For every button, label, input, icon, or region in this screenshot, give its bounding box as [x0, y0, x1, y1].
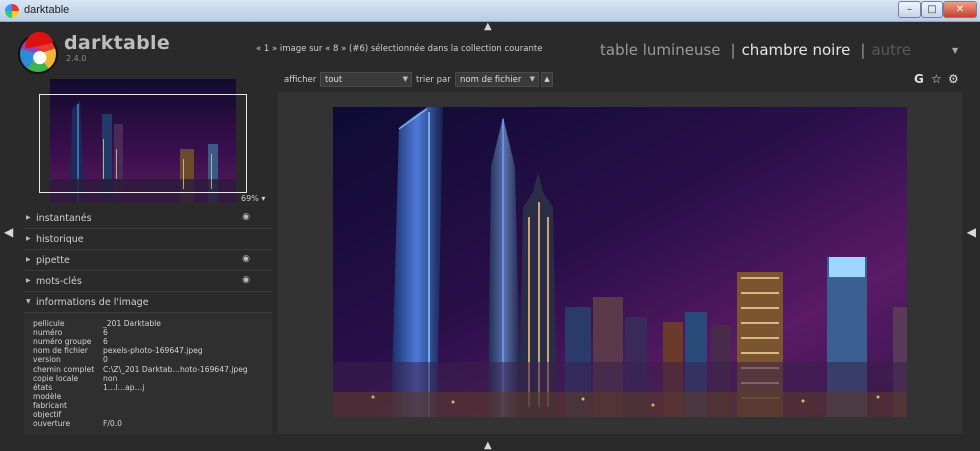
gear-icon[interactable]: ⚙: [948, 72, 959, 86]
star-icon[interactable]: ☆: [931, 72, 942, 86]
module-label: informations de l'image: [36, 297, 149, 308]
navigator-viewport-frame[interactable]: [39, 94, 247, 193]
reset-icon[interactable]: ◉: [242, 275, 250, 285]
chevron-down-icon: ▼: [402, 75, 408, 83]
sort-by-select[interactable]: nom de fichier ▼: [455, 72, 539, 87]
edited-photo[interactable]: [333, 107, 907, 417]
version-label: 2.4.0: [66, 54, 87, 63]
window-titlebar: darktable – □ ✕: [0, 0, 980, 22]
module-label: historique: [36, 234, 84, 245]
maximize-button[interactable]: □: [921, 1, 943, 18]
collapse-right-panel-arrow-icon[interactable]: ◀: [967, 226, 976, 238]
view-other[interactable]: autre: [871, 41, 911, 59]
sort-direction-button[interactable]: ▲: [541, 72, 553, 87]
window-title: darktable: [24, 4, 70, 16]
expand-triangle-icon: ▶: [26, 235, 31, 242]
module-label: pipette: [36, 255, 70, 266]
view-darkroom[interactable]: chambre noire: [742, 41, 851, 59]
chevron-down-icon: ▼: [529, 75, 535, 83]
module-tagging[interactable]: ▶ mots-clés ◉: [24, 273, 272, 292]
module-color-picker[interactable]: ▶ pipette ◉: [24, 252, 272, 271]
show-filter-value: tout: [325, 75, 343, 85]
darktable-logo-icon: [18, 29, 58, 74]
reset-icon[interactable]: ◉: [242, 254, 250, 264]
selection-status: « 1 » image sur « 8 » (#6) sélectionnée …: [256, 44, 543, 54]
brand-name: darktable: [64, 32, 171, 54]
close-button[interactable]: ✕: [943, 1, 977, 18]
darktable-app: ▲ ▲ ◀ ◀ darktable 2.4.0 « 1 » image sur …: [0, 22, 980, 451]
view-separator: |: [730, 41, 736, 59]
image-information-panel: pellicule _201 Darktable numéro 6 numéro g…: [24, 313, 272, 435]
collapse-bottom-panel-arrow-icon[interactable]: ▲: [484, 441, 492, 451]
view-lighttable[interactable]: table lumineuse: [600, 41, 721, 59]
collapse-top-panel-arrow-icon[interactable]: ▲: [484, 22, 492, 32]
sort-by-value: nom de fichier: [460, 75, 522, 85]
module-label: instantanés: [36, 213, 92, 224]
module-label: mots-clés: [36, 276, 82, 287]
city-night-photo: [333, 107, 907, 417]
module-image-information[interactable]: ▼ informations de l'image: [24, 294, 272, 313]
show-label: afficher: [284, 75, 317, 85]
module-snapshots[interactable]: ▶ instantanés ◉: [24, 210, 272, 229]
collapse-triangle-icon: ▼: [26, 298, 31, 305]
view-separator: |: [860, 41, 866, 59]
expand-triangle-icon: ▶: [26, 214, 31, 221]
reset-icon[interactable]: ◉: [242, 212, 250, 222]
expand-triangle-icon: ▶: [26, 256, 31, 263]
group-icon[interactable]: G: [914, 72, 924, 86]
minimize-button[interactable]: –: [898, 1, 921, 18]
module-history[interactable]: ▶ historique: [24, 231, 272, 250]
views-dropdown-icon[interactable]: ▼: [952, 46, 958, 55]
navigator-zoom-level[interactable]: 69% ▾: [241, 194, 265, 203]
show-filter-select[interactable]: tout ▼: [320, 72, 412, 87]
darktable-app-icon: [5, 4, 19, 18]
expand-triangle-icon: ▶: [26, 277, 31, 284]
view-switcher: table lumineuse | chambre noire | autre: [600, 41, 915, 59]
sort-label: trier par: [416, 75, 451, 85]
collapse-left-panel-arrow-icon[interactable]: ◀: [4, 226, 13, 238]
darkroom-center-view[interactable]: [278, 92, 962, 434]
